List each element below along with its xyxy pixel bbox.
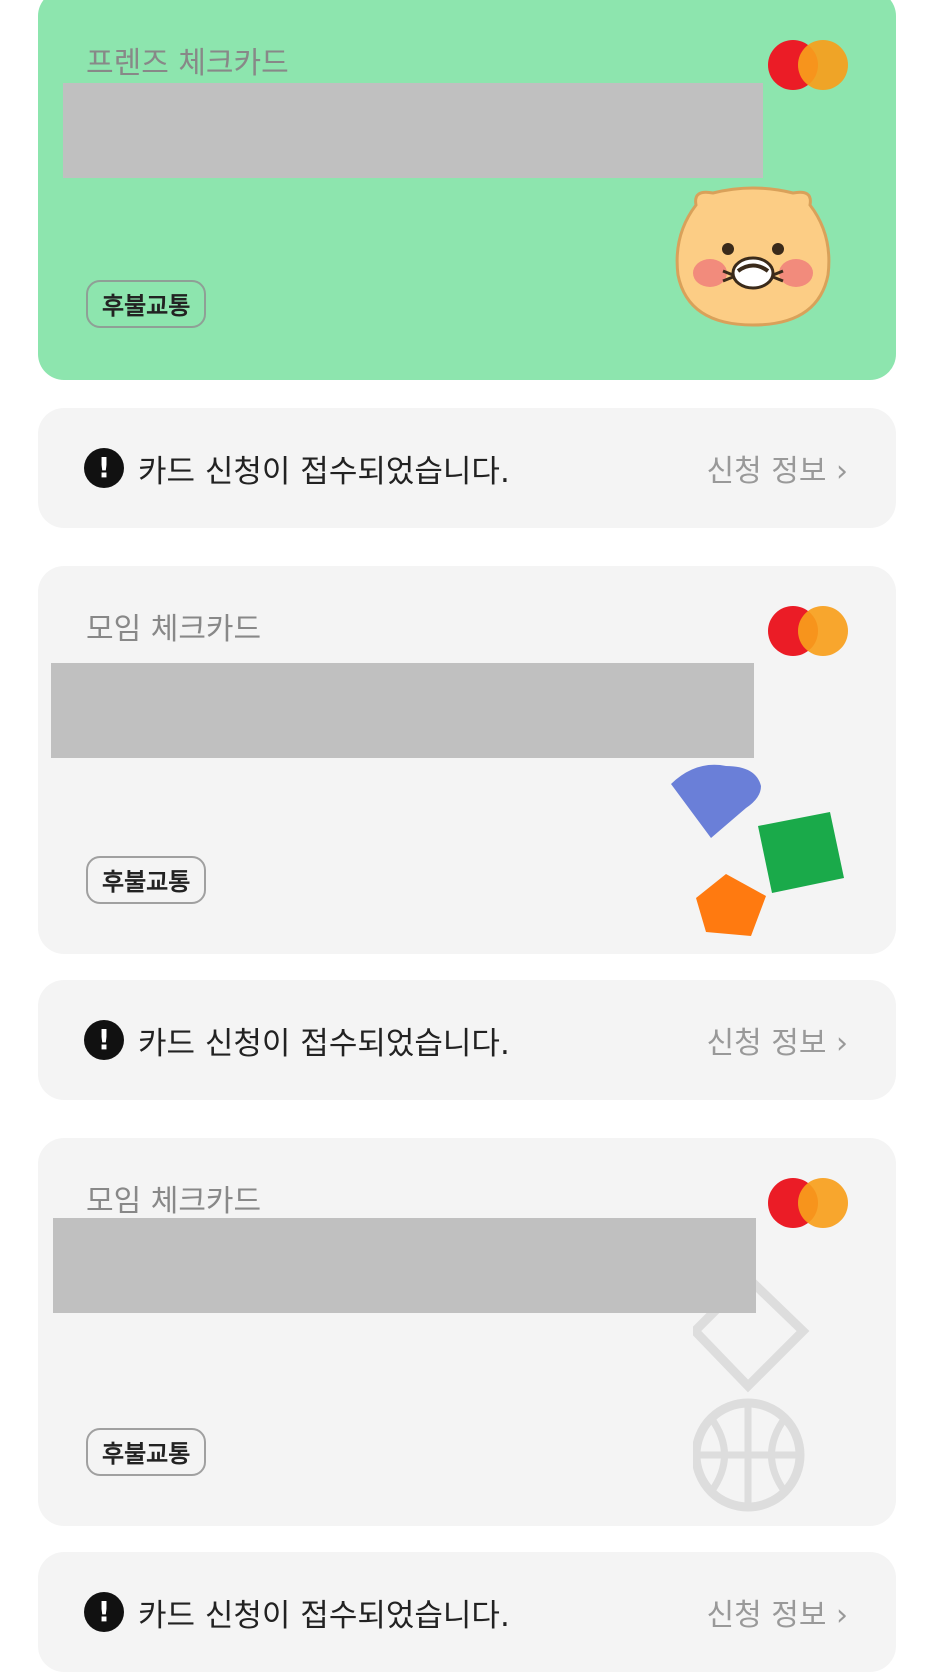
redacted-card-number (63, 83, 763, 178)
application-info-link[interactable]: 신청 정보 › (707, 446, 848, 490)
postpaid-transit-badge: 후불교통 (86, 1428, 207, 1476)
notice-message: 카드 신청이 접수되었습니다. (138, 454, 510, 490)
card-title: 모임 체크카드 (86, 612, 262, 647)
redacted-card-number (51, 663, 754, 758)
exclamation-icon: ! (84, 1020, 124, 1060)
postpaid-transit-badge: 후불교통 (86, 856, 207, 904)
card-moim-basketball[interactable]: 모임 체크카드 후불교통 (38, 1138, 896, 1526)
notice-application-received: ! 카드 신청이 접수되었습니다. 신청 정보 › (38, 980, 896, 1100)
exclamation-icon: ! (84, 1592, 124, 1632)
card-title: 모임 체크카드 (86, 1184, 262, 1219)
notice-application-received: ! 카드 신청이 접수되었습니다. 신청 정보 › (38, 408, 896, 528)
application-info-link[interactable]: 신청 정보 › (707, 1590, 848, 1634)
notice-message: 카드 신청이 접수되었습니다. (138, 1598, 510, 1634)
card-friends[interactable]: 프렌즈 체크카드 후불교통 (38, 0, 896, 380)
mastercard-icon (768, 1178, 848, 1228)
redacted-card-number (53, 1218, 756, 1313)
notice-message: 카드 신청이 접수되었습니다. (138, 1026, 510, 1062)
mastercard-icon (768, 40, 848, 90)
card-title: 프렌즈 체크카드 (86, 46, 289, 81)
card-moim-shapes[interactable]: 모임 체크카드 후불교통 (38, 566, 896, 954)
mastercard-icon (768, 606, 848, 656)
exclamation-icon: ! (84, 448, 124, 488)
notice-application-received: ! 카드 신청이 접수되었습니다. 신청 정보 › (38, 1552, 896, 1672)
application-info-link[interactable]: 신청 정보 › (707, 1018, 848, 1062)
friends-character-icon (675, 186, 831, 327)
postpaid-transit-badge: 후불교통 (86, 280, 207, 328)
